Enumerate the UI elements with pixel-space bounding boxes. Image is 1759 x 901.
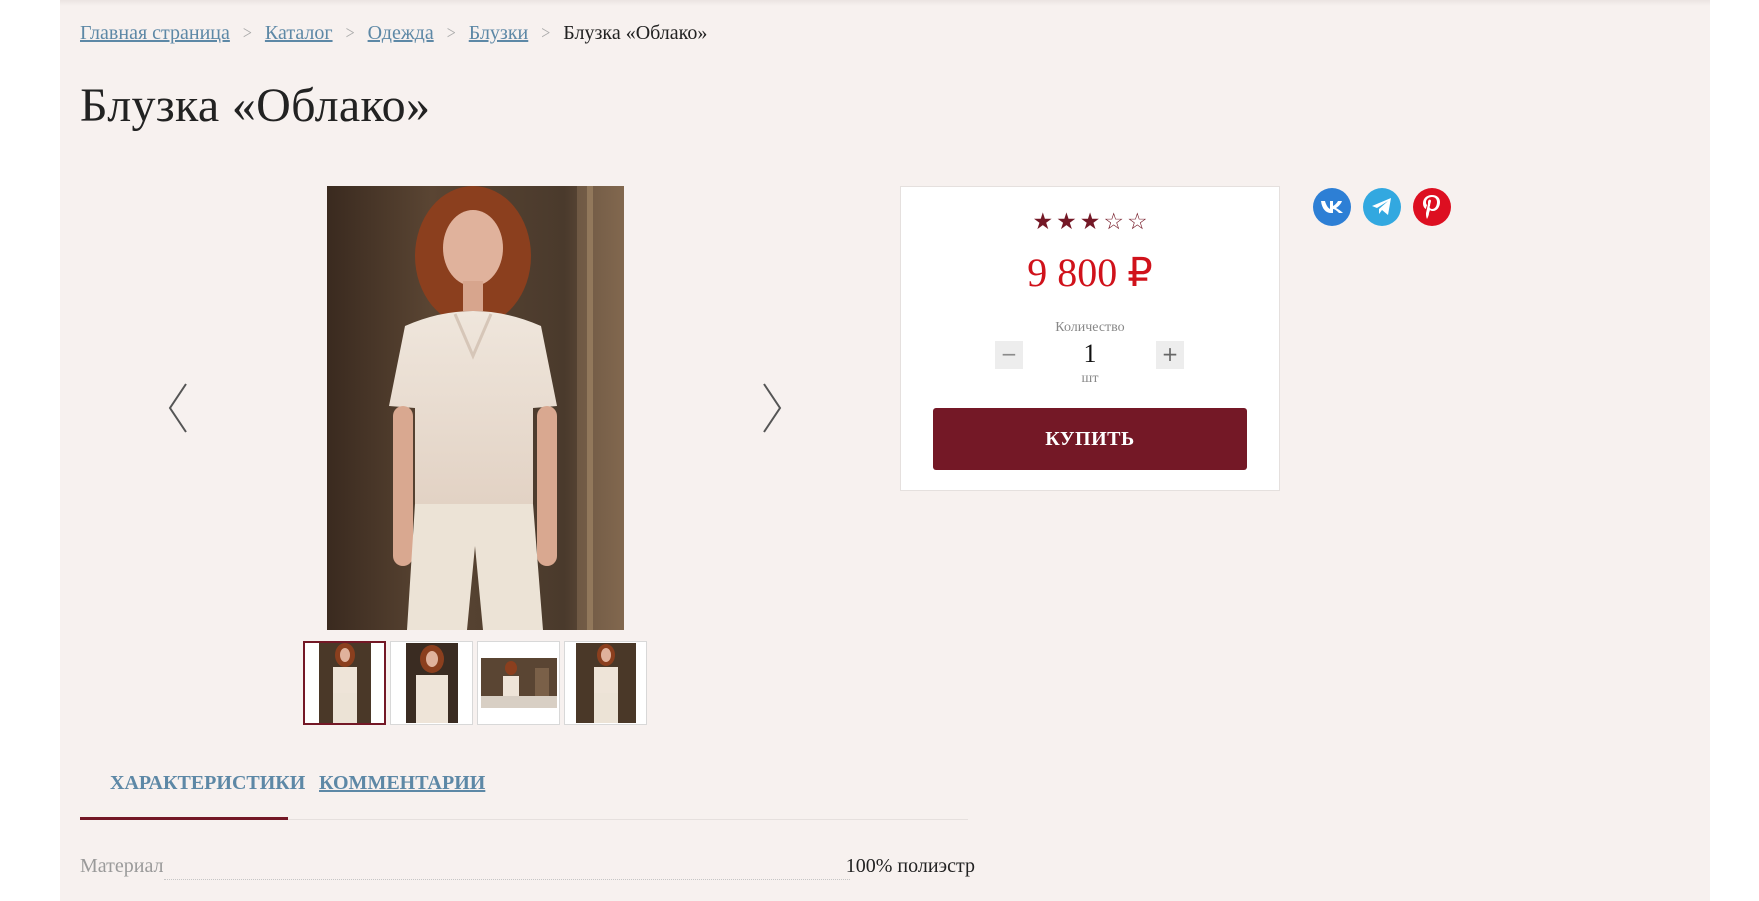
chevron-right-icon	[763, 383, 782, 433]
star-filled-icon[interactable]: ★	[1056, 211, 1077, 234]
thumbnail-image	[480, 658, 557, 708]
thumbnail-image	[405, 643, 458, 723]
chevron-right-icon: >	[541, 22, 551, 44]
telegram-share-button[interactable]	[1363, 188, 1401, 226]
purchase-panel: ★ ★ ★ ☆ ☆ 9 800 ₽ Количество − 1 + шт КУПИТЬ	[900, 186, 1280, 491]
pinterest-icon	[1423, 195, 1440, 219]
thumbnail-strip	[303, 641, 647, 725]
thumbnail-1[interactable]	[303, 641, 386, 725]
quantity-stepper: − 1 +	[995, 339, 1185, 369]
page-title: Блузка «Облако»	[80, 79, 431, 132]
buy-button[interactable]: КУПИТЬ	[933, 408, 1247, 470]
vk-share-button[interactable]	[1313, 188, 1351, 226]
social-share	[1313, 188, 1451, 226]
gallery-next-button[interactable]	[750, 378, 790, 438]
quantity-value[interactable]: 1	[1055, 339, 1125, 369]
chevron-right-icon: >	[345, 22, 355, 44]
star-empty-icon[interactable]: ☆	[1103, 211, 1124, 234]
tab-comments[interactable]: КОММЕНТАРИИ	[319, 772, 485, 795]
spec-leader-dots	[164, 879, 850, 880]
pinterest-share-button[interactable]	[1413, 188, 1451, 226]
thumbnail-2[interactable]	[390, 641, 473, 725]
breadcrumb: Главная страница > Каталог > Одежда > Бл…	[80, 22, 707, 45]
thumbnail-3[interactable]	[477, 641, 560, 725]
breadcrumb-catalog[interactable]: Каталог	[265, 22, 333, 45]
chevron-left-icon	[168, 383, 187, 433]
quantity-increase-button[interactable]: +	[1156, 341, 1184, 369]
quantity-label: Количество	[1055, 320, 1125, 335]
chevron-right-icon: >	[242, 22, 252, 44]
spec-value: 100% полиэстр	[845, 855, 975, 877]
gallery-prev-button[interactable]	[160, 378, 200, 438]
product-photo-image	[327, 186, 624, 630]
thumbnail-image	[318, 643, 371, 723]
rating-stars[interactable]: ★ ★ ★ ☆ ☆	[901, 211, 1279, 234]
breadcrumb-blouses[interactable]: Блузки	[469, 22, 529, 45]
active-tab-indicator	[80, 817, 288, 820]
breadcrumb-home[interactable]: Главная страница	[80, 22, 230, 45]
thumbnail-4[interactable]	[564, 641, 647, 725]
quantity-unit: шт	[1081, 371, 1099, 386]
star-filled-icon[interactable]: ★	[1032, 211, 1053, 234]
spec-row: Материал 100% полиэстр	[80, 855, 975, 885]
product-price: 9 800 ₽	[1027, 250, 1153, 295]
star-filled-icon[interactable]: ★	[1080, 211, 1101, 234]
main-product-photo[interactable]	[327, 186, 624, 630]
chevron-right-icon: >	[446, 22, 456, 44]
spec-label: Материал	[80, 855, 164, 877]
breadcrumb-current: Блузка «Облако»	[563, 22, 708, 44]
thumbnail-image	[575, 643, 636, 723]
breadcrumb-clothing[interactable]: Одежда	[368, 22, 434, 45]
star-empty-icon[interactable]: ☆	[1127, 211, 1148, 234]
vk-icon	[1321, 201, 1343, 213]
telegram-icon	[1372, 198, 1391, 215]
product-tabs: ХАРАКТЕРИСТИКИ КОММЕНТАРИИ	[80, 760, 968, 820]
quantity-decrease-button[interactable]: −	[995, 341, 1023, 369]
page-container: Главная страница > Каталог > Одежда > Бл…	[60, 0, 1710, 901]
tab-characteristics[interactable]: ХАРАКТЕРИСТИКИ	[110, 772, 305, 795]
